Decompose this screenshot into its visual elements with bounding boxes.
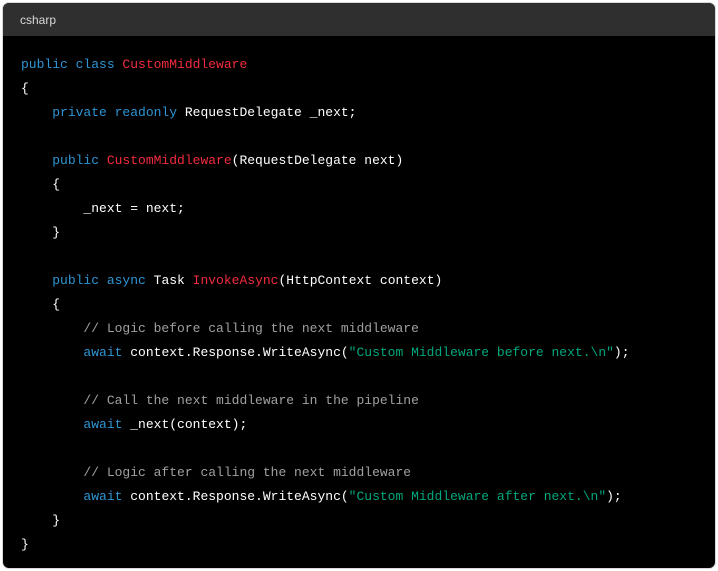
- code-token: (RequestDelegate next): [231, 153, 404, 168]
- code-token: {: [21, 81, 29, 96]
- code-token: context.Response.WriteAsync(: [130, 489, 349, 504]
- code-token: _next = next;: [21, 201, 185, 216]
- code-token: public async: [52, 273, 154, 288]
- code-line: private readonly RequestDelegate _next;: [21, 101, 715, 125]
- code-token: CustomMiddleware: [106, 153, 232, 168]
- code-line: await _next(context);: [21, 413, 715, 437]
- code-token: InvokeAsync: [192, 273, 279, 288]
- code-token: }: [21, 537, 29, 552]
- code-token: await: [83, 345, 131, 360]
- code-token: // Logic after calling the next middlewa…: [83, 465, 412, 480]
- code-token: await: [83, 489, 131, 504]
- code-token: context.Response.WriteAsync(: [130, 345, 349, 360]
- code-token: (HttpContext context): [278, 273, 443, 288]
- code-header: csharp: [3, 3, 715, 36]
- code-line: {: [21, 77, 715, 101]
- code-token: public class: [21, 57, 123, 72]
- code-token: "Custom Middleware after next.\n": [348, 489, 607, 504]
- code-token: Task: [153, 273, 193, 288]
- code-token: CustomMiddleware: [122, 57, 248, 72]
- code-token: // Logic before calling the next middlew…: [83, 321, 419, 336]
- code-line: }: [21, 509, 715, 533]
- code-line: // Call the next middleware in the pipel…: [21, 389, 715, 413]
- code-line: }: [21, 221, 715, 245]
- code-line: await context.Response.WriteAsync("Custo…: [21, 485, 715, 509]
- code-token: await: [83, 417, 131, 432]
- code-token: {: [21, 297, 61, 312]
- code-body[interactable]: public class CustomMiddleware { private r…: [3, 36, 715, 557]
- code-token: );: [613, 345, 630, 360]
- code-token: _next(context);: [130, 417, 248, 432]
- code-token: {: [21, 177, 61, 192]
- code-block: csharp public class CustomMiddleware { pr…: [3, 3, 715, 568]
- code-line: public CustomMiddleware(RequestDelegate …: [21, 149, 715, 173]
- code-line: _next = next;: [21, 197, 715, 221]
- code-token: public: [52, 153, 107, 168]
- code-token: }: [21, 225, 61, 240]
- code-token: RequestDelegate _next;: [184, 105, 357, 120]
- language-label: csharp: [20, 12, 57, 27]
- code-token: "Custom Middleware before next.\n": [348, 345, 614, 360]
- code-line: await context.Response.WriteAsync("Custo…: [21, 341, 715, 365]
- code-token: // Call the next middleware in the pipel…: [83, 393, 419, 408]
- code-line: {: [21, 293, 715, 317]
- code-line: public async Task InvokeAsync(HttpContex…: [21, 269, 715, 293]
- code-line: public class CustomMiddleware: [21, 53, 715, 77]
- code-line: // Logic after calling the next middlewa…: [21, 461, 715, 485]
- code-token: private readonly: [52, 105, 185, 120]
- code-token: );: [606, 489, 622, 504]
- code-line: // Logic before calling the next middlew…: [21, 317, 715, 341]
- code-line: }: [21, 533, 715, 557]
- code-token: }: [21, 513, 61, 528]
- code-line: {: [21, 173, 715, 197]
